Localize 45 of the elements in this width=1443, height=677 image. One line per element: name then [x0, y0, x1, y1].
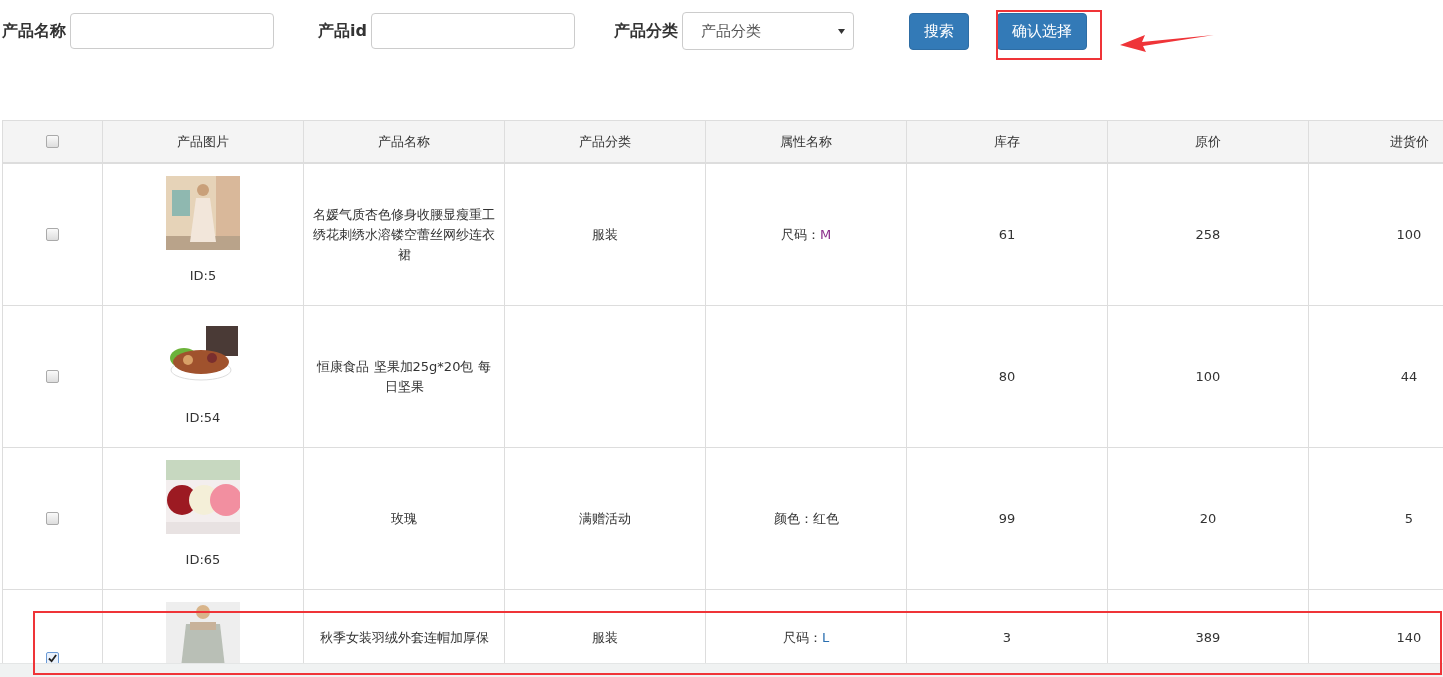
category-select[interactable]: 产品分类	[682, 12, 854, 50]
column-header: 库存	[994, 132, 1020, 151]
price-value: 100	[1195, 367, 1221, 386]
product-name: 秋季女装羽绒外套连帽加厚保	[319, 629, 489, 647]
attribute-text: 尺码：M	[780, 225, 832, 244]
field-label: 产品名称	[2, 20, 66, 42]
price-value: 258	[1195, 225, 1221, 244]
checkbox[interactable]	[46, 370, 59, 383]
stock-value: 61	[998, 225, 1016, 244]
checkbox[interactable]	[46, 135, 59, 148]
product-category: 满赠活动	[579, 509, 631, 528]
cost-value: 5	[1404, 509, 1414, 528]
cost-value: 140	[1396, 629, 1422, 647]
attribute-text: 颜色：红色	[773, 509, 839, 528]
column-header: 产品图片	[177, 132, 229, 151]
input-field[interactable]	[370, 13, 575, 49]
column-header: 原价	[1195, 132, 1221, 151]
cost-value: 44	[1400, 367, 1418, 386]
product-category: 服装	[592, 225, 618, 244]
column-header: 产品名称	[378, 132, 430, 151]
product-id: ID:65	[185, 551, 221, 569]
product-category: 服装	[592, 629, 618, 647]
stock-value: 99	[998, 509, 1016, 528]
input-field[interactable]	[70, 13, 274, 49]
caret-icon	[838, 28, 845, 34]
field-label: 产品id	[318, 20, 367, 42]
price-value: 20	[1199, 509, 1217, 528]
price-value: 389	[1195, 629, 1221, 647]
checkbox[interactable]	[46, 512, 59, 525]
product-name: 名媛气质杏色修身收腰显瘦重工绣花刺绣水溶镂空蕾丝网纱连衣裙	[312, 205, 496, 264]
search-button[interactable]: 搜索	[909, 12, 969, 50]
column-header: 进货价	[1389, 132, 1429, 151]
confirm-button[interactable]: 确认选择	[997, 12, 1087, 50]
product-id: ID:5	[189, 267, 217, 285]
field-label: 产品分类	[614, 20, 678, 42]
cost-value: 100	[1396, 225, 1422, 244]
product-name: 恒康食品 坚果加25g*20包 每日坚果	[316, 357, 492, 396]
attribute-text: 尺码：L	[782, 629, 830, 647]
stock-value: 3	[1002, 629, 1012, 647]
checkbox[interactable]	[46, 228, 59, 241]
stock-value: 80	[998, 367, 1016, 386]
column-header: 属性名称	[780, 132, 832, 151]
column-header: 产品分类	[579, 132, 631, 151]
product-id: ID:54	[185, 409, 221, 427]
product-name: 玫瑰	[391, 509, 417, 528]
